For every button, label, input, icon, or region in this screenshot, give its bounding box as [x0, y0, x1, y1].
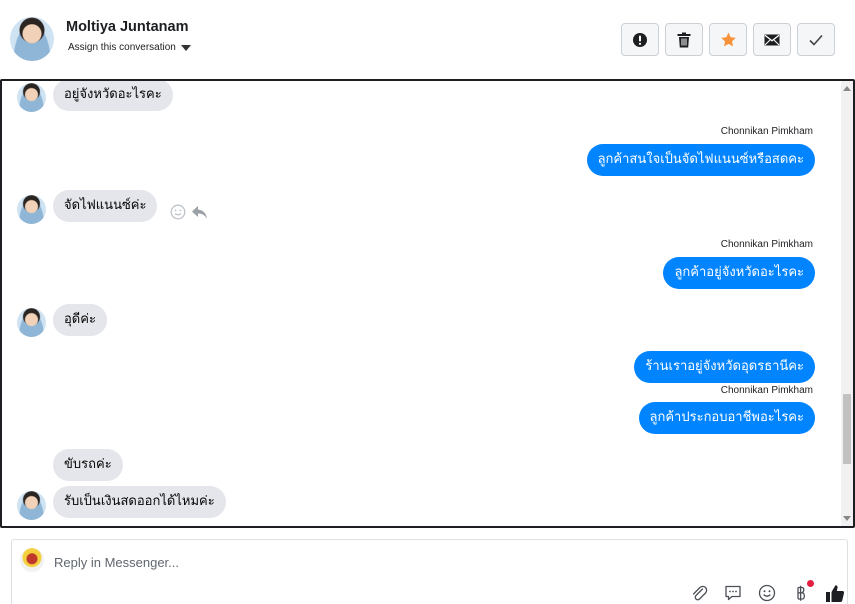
smiley-icon — [758, 584, 776, 602]
done-button[interactable] — [797, 23, 835, 56]
incoming-message[interactable]: อุดีค่ะ — [53, 304, 107, 336]
contact-avatar[interactable] — [10, 17, 54, 61]
scroll-down-arrow-icon[interactable] — [843, 516, 851, 521]
message-tools — [170, 204, 208, 220]
contact-avatar-small — [17, 83, 46, 112]
scroll-thumb[interactable] — [843, 394, 851, 464]
emoji-button[interactable] — [756, 582, 778, 604]
sender-name: Chonnikan Pimkham — [720, 126, 813, 137]
incoming-message[interactable]: จัดไฟแนนซ์ค่ะ — [53, 190, 158, 222]
caret-down-icon — [180, 45, 191, 51]
sender-name: Chonnikan Pimkham — [720, 239, 813, 250]
thread-scrollbar[interactable] — [841, 81, 853, 526]
incoming-message[interactable]: อยู่จังหวัดอะไรคะ — [53, 81, 173, 111]
paperclip-icon — [692, 585, 708, 601]
speech-bubble-icon — [725, 585, 741, 601]
outgoing-message[interactable]: ร้านเราอยู่จังหวัดอุดรธานีคะ — [634, 351, 815, 383]
smiley-icon[interactable] — [170, 204, 186, 220]
star-icon — [720, 32, 736, 46]
incoming-message[interactable]: รับเป็นเงินสดออกได้ไหมค่ะ — [53, 486, 226, 518]
contact-avatar-small — [17, 195, 46, 224]
like-button[interactable] — [824, 582, 846, 604]
composer-tools — [688, 580, 846, 604]
contact-avatar-small — [17, 308, 46, 337]
thumbs-up-icon — [826, 584, 845, 602]
assign-label: Assign this conversation — [68, 42, 176, 53]
contact-avatar-small — [17, 491, 46, 520]
attach-button[interactable] — [688, 582, 710, 604]
envelope-icon — [764, 34, 780, 45]
conversation-header: Moltiya Juntanam Assign this conversatio… — [0, 0, 855, 79]
mail-button[interactable] — [753, 23, 791, 56]
header-actions — [621, 23, 835, 56]
scroll-up-arrow-icon[interactable] — [843, 86, 851, 91]
delete-button[interactable] — [665, 23, 703, 56]
page-avatar — [20, 548, 44, 572]
reply-composer — [11, 539, 848, 604]
payment-button[interactable] — [790, 580, 814, 604]
baht-icon — [797, 585, 805, 601]
outgoing-message[interactable]: ลูกค้าประกอบอาชีพอะไรคะ — [638, 402, 815, 434]
notification-dot — [807, 580, 814, 587]
reply-input[interactable] — [54, 552, 654, 572]
exclamation-circle-icon — [633, 32, 647, 47]
saved-replies-button[interactable] — [722, 582, 744, 604]
message-thread[interactable]: อยู่จังหวัดอะไรคะ Chonnikan Pimkham ลูกค… — [0, 79, 855, 528]
reply-icon[interactable] — [191, 205, 208, 220]
sender-name: Chonnikan Pimkham — [720, 385, 813, 396]
outgoing-message[interactable]: ลูกค้าอยู่จังหวัดอะไรคะ — [663, 257, 815, 289]
assign-conversation-dropdown[interactable]: Assign this conversation — [68, 42, 191, 53]
incoming-message[interactable]: ขับรถค่ะ — [53, 449, 123, 481]
outgoing-message[interactable]: ลูกค้าสนใจเป็นจัดไฟแนนซ์หรือสดคะ — [586, 144, 815, 176]
contact-name[interactable]: Moltiya Juntanam — [66, 19, 188, 35]
alert-button[interactable] — [621, 23, 659, 56]
check-icon — [809, 34, 823, 46]
star-button[interactable] — [709, 23, 747, 56]
trash-icon — [677, 32, 691, 47]
